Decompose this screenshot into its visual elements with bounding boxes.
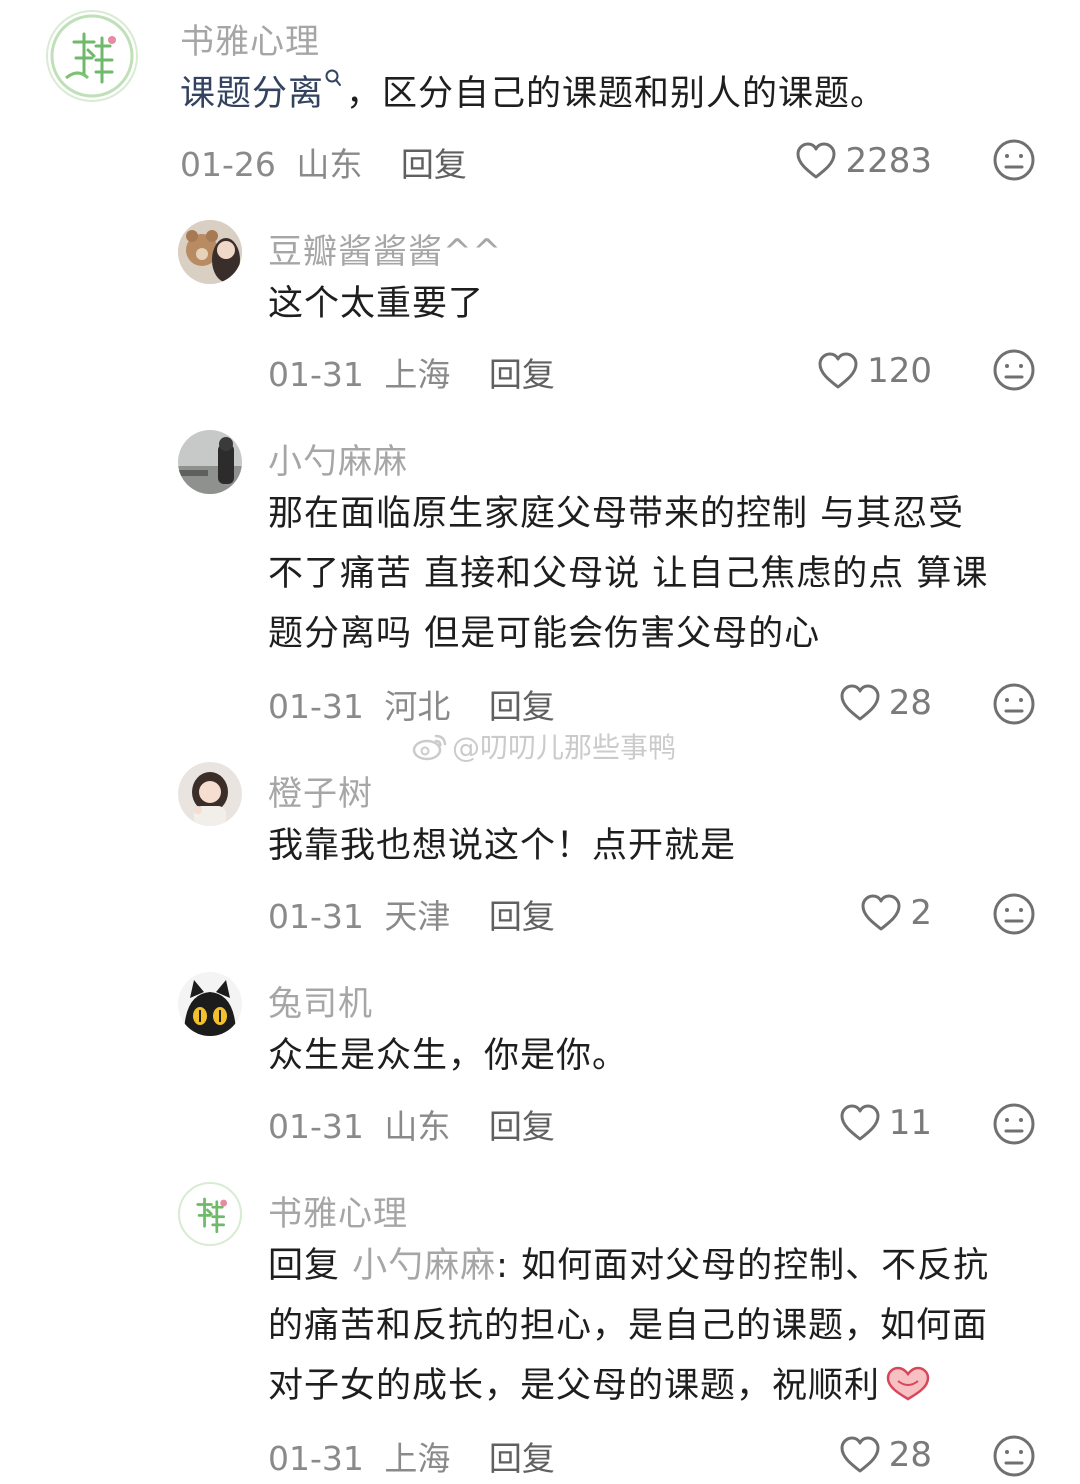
comment-text: 课题分离 ，区分自己的课题和别人的课题。 [180,64,886,124]
avatar[interactable] [178,762,242,826]
shuya-logo-icon [182,1186,238,1242]
comment-date: 01-31 [268,1107,364,1146]
neutral-face-icon[interactable] [992,348,1036,392]
reply-button[interactable]: 回复 [489,1439,555,1478]
like-button[interactable]: 2 [860,888,932,938]
neutral-face-icon[interactable] [992,892,1036,936]
username[interactable]: 兔司机 [268,976,373,1025]
comment-meta: 01-31 山东 回复 [268,1100,555,1148]
comment-line: 对子女的成长，是父母的课题，祝顺利 [268,1356,989,1416]
like-count: 28 [888,683,932,723]
heart-outline-icon [840,1104,880,1141]
like-count: 11 [888,1103,932,1143]
comment-text: 众生是众生，你是你。 [268,1036,629,1076]
topic-keyword-link[interactable]: 课题分离 [180,74,324,114]
comment-meta: 01-31 河北 回复 [268,680,555,728]
comment-location: 上海 [384,1439,451,1478]
neutral-face-icon[interactable] [992,1102,1036,1146]
reply-button[interactable]: 回复 [489,687,555,726]
avatar-image [178,972,242,1036]
comment-text: 这个太重要了 [268,284,485,324]
comment-line: 题分离吗 但是可能会伤害父母的心 [268,614,821,654]
avatar-image [178,220,242,284]
comment-line: 那在面临原生家庭父母带来的控制 与其忍受 [268,494,965,534]
comment-meta: 01-31 上海 回复 [268,1432,555,1480]
username[interactable]: 橙子树 [268,766,373,815]
username[interactable]: 豆瓣酱酱酱^^ [268,224,502,273]
comment-line: 回复 小勺麻麻: 如何面对父母的控制、不反抗 [268,1246,990,1286]
username[interactable]: 书雅心理 [180,14,320,63]
like-count: 120 [867,351,932,391]
comment-meta: 01-31 天津 回复 [268,890,555,938]
like-count: 28 [888,1435,932,1475]
heart-hands-emoji [886,1366,930,1401]
like-button[interactable]: 2283 [795,136,932,186]
comment-location: 山东 [384,1107,451,1146]
comment-line: 不了痛苦 直接和父母说 让自己焦虑的点 算课 [268,554,989,594]
search-icon[interactable] [324,68,342,88]
comment-body: ，区分自己的课题和别人的课题。 [346,74,887,114]
shuya-logo-icon [50,14,134,98]
username[interactable]: 小勺麻麻 [268,434,408,483]
neutral-face-icon[interactable] [992,1434,1036,1478]
comment-line: 的痛苦和反抗的担心，是自己的课题，如何面 [268,1306,989,1346]
heart-outline-icon [840,684,880,721]
heart-outline-icon [818,352,858,389]
avatar[interactable] [178,972,242,1036]
comment-date: 01-31 [268,355,364,394]
comment-location: 河北 [384,687,451,726]
comment-date: 01-31 [268,1439,364,1478]
avatar-image [178,762,242,826]
neutral-face-icon[interactable] [992,138,1036,182]
heart-outline-icon [861,894,901,931]
watermark: @叨叨儿那些事鸭 [412,726,676,766]
like-button[interactable]: 11 [839,1098,932,1148]
comment-location: 上海 [384,355,451,394]
comment-date: 01-31 [268,687,364,726]
comment-location: 天津 [384,897,451,936]
watermark-text: @叨叨儿那些事鸭 [452,731,677,764]
comment-date: 01-26 [180,145,276,184]
like-count: 2 [910,893,932,933]
avatar-image [178,430,242,494]
heart-outline-icon [796,142,836,179]
like-button[interactable]: 28 [839,1430,932,1480]
avatar[interactable] [178,220,242,284]
username[interactable]: 书雅心理 [268,1186,408,1235]
reply-prefix: 回复 [268,1246,341,1286]
weibo-logo-icon [412,734,447,761]
comment-text: 我靠我也想说这个！点开就是 [268,826,737,866]
avatar[interactable] [46,10,138,102]
comment-line-text: 对子女的成长，是父母的课题，祝顺利 [268,1366,881,1406]
comment-meta: 01-26 山东 回复 [180,138,467,186]
reply-to-username[interactable]: 小勺麻麻 [352,1246,496,1286]
reply-button[interactable]: 回复 [489,355,555,394]
comment-location: 山东 [296,145,363,184]
like-button[interactable]: 28 [839,678,932,728]
like-count: 2283 [845,141,932,181]
avatar[interactable] [178,1182,242,1246]
reply-button[interactable]: 回复 [401,145,467,184]
comment-date: 01-31 [268,897,364,936]
comment-meta: 01-31 上海 回复 [268,348,555,396]
comment-text: 回复 小勺麻麻: 如何面对父母的控制、不反抗 的痛苦和反抗的担心，是自己的课题，… [268,1236,989,1416]
like-button[interactable]: 120 [817,346,932,396]
comment-text: 那在面临原生家庭父母带来的控制 与其忍受 不了痛苦 直接和父母说 让自己焦虑的点… [268,484,988,664]
avatar[interactable] [178,430,242,494]
reply-button[interactable]: 回复 [489,897,555,936]
heart-outline-icon [840,1436,880,1473]
comment-line-text: 如何面对父母的控制、不反抗 [521,1246,990,1286]
reply-button[interactable]: 回复 [489,1107,555,1146]
neutral-face-icon[interactable] [992,682,1036,726]
